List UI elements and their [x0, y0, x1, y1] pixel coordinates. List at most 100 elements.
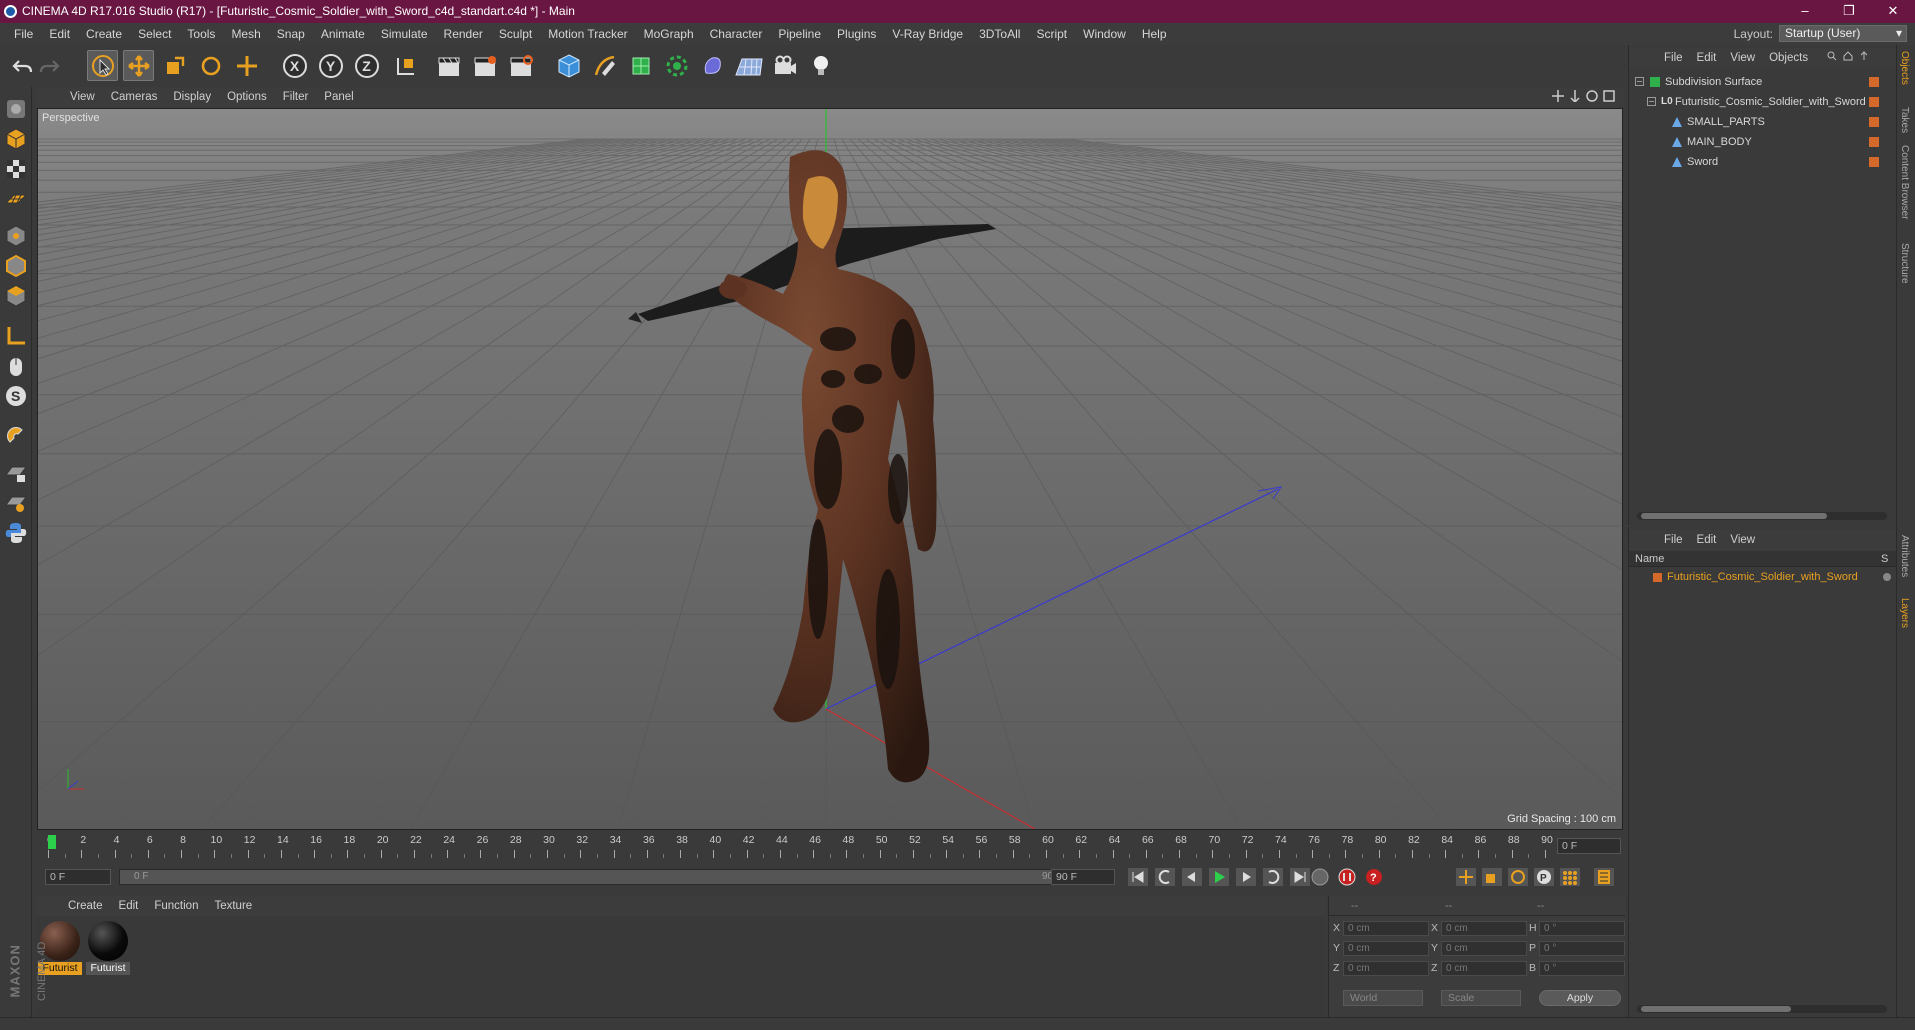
record-keys-button[interactable] — [1336, 867, 1358, 887]
orbit-icon[interactable] — [1586, 90, 1598, 102]
object-tag[interactable] — [1869, 77, 1879, 87]
workplane-lock-button[interactable] — [2, 459, 30, 487]
menu-select[interactable]: Select — [130, 23, 179, 45]
minimize-button[interactable]: – — [1783, 0, 1827, 23]
object-menu-objects[interactable]: Objects — [1762, 52, 1815, 64]
tab-attributes[interactable]: Attributes — [1899, 535, 1910, 577]
viewport-menu-display[interactable]: Display — [165, 91, 219, 103]
key-rotation-icon[interactable] — [1507, 867, 1529, 887]
tweak-mode-button[interactable] — [2, 352, 30, 380]
texture-mode-button[interactable] — [2, 155, 30, 183]
rotate-tool-button[interactable] — [195, 50, 226, 81]
key-scale-icon[interactable] — [1481, 867, 1503, 887]
subdivision-surface-button[interactable] — [625, 50, 656, 81]
layout-dropdown[interactable]: Startup (User) — [1779, 25, 1907, 42]
up-arrow-icon[interactable] — [1859, 51, 1869, 61]
previous-key-button[interactable] — [1154, 867, 1176, 887]
material-menu-function[interactable]: Function — [146, 900, 206, 912]
menu-create[interactable]: Create — [78, 23, 130, 45]
key-position-icon[interactable] — [1455, 867, 1477, 887]
apply-button[interactable]: Apply — [1539, 990, 1621, 1006]
object-tag[interactable] — [1869, 157, 1879, 167]
object-manager-scrollbar[interactable] — [1637, 512, 1887, 520]
menu-v-ray-bridge[interactable]: V-Ray Bridge — [884, 23, 971, 45]
menu-plugins[interactable]: Plugins — [829, 23, 884, 45]
home-icon[interactable] — [1843, 51, 1853, 61]
object-tag[interactable] — [1869, 137, 1879, 147]
timeline-window-icon[interactable] — [1593, 867, 1615, 887]
autokey-button[interactable]: ? — [1363, 867, 1385, 887]
pen-spline-button[interactable] — [589, 50, 620, 81]
menu-script[interactable]: Script — [1028, 23, 1075, 45]
menu-animate[interactable]: Animate — [313, 23, 373, 45]
material-menu-texture[interactable]: Texture — [206, 900, 260, 912]
current-frame-field[interactable]: 0 F — [1557, 838, 1621, 854]
menu-sculpt[interactable]: Sculpt — [491, 23, 540, 45]
render-picture-viewer-button[interactable] — [469, 50, 500, 81]
menu-simulate[interactable]: Simulate — [373, 23, 436, 45]
previous-frame-button[interactable] — [1181, 867, 1203, 887]
menu-mograph[interactable]: MoGraph — [636, 23, 702, 45]
menu-3dtoall[interactable]: 3DToAll — [971, 23, 1028, 45]
y-axis-button[interactable]: Y — [315, 50, 346, 81]
transform-tool-button[interactable] — [231, 50, 262, 81]
object-row[interactable]: SMALL_PARTS — [1629, 112, 1881, 132]
redo-button[interactable] — [34, 50, 65, 81]
polygons-mode-button[interactable] — [2, 282, 30, 310]
maximize-button[interactable]: ❐ — [1827, 0, 1871, 23]
menu-snap[interactable]: Snap — [269, 23, 313, 45]
layer-menu-view[interactable]: View — [1723, 534, 1762, 546]
floor-button[interactable] — [733, 50, 764, 81]
viewport-menu-filter[interactable]: Filter — [275, 91, 317, 103]
deformer-button[interactable] — [697, 50, 728, 81]
position-y-field[interactable]: 0 cm — [1343, 941, 1429, 956]
position-x-field[interactable]: 0 cm — [1343, 921, 1429, 936]
layer-menu-edit[interactable]: Edit — [1690, 534, 1724, 546]
rotation-h-field[interactable]: 0 ° — [1539, 921, 1625, 936]
z-axis-button[interactable]: Z — [351, 50, 382, 81]
motion-record-button[interactable] — [1309, 867, 1331, 887]
menu-render[interactable]: Render — [436, 23, 491, 45]
render-settings-button[interactable] — [505, 50, 536, 81]
maximize-view-icon[interactable] — [1603, 90, 1615, 102]
viewport-menu-panel[interactable]: Panel — [316, 91, 361, 103]
coordinate-space-dropdown[interactable]: World — [1343, 990, 1423, 1006]
material-menu-create[interactable]: Create — [60, 900, 111, 912]
magnet-button[interactable] — [2, 422, 30, 450]
object-menu-edit[interactable]: Edit — [1690, 52, 1724, 64]
layer-row[interactable]: Futuristic_Cosmic_Soldier_with_Sword — [1629, 567, 1891, 587]
move-tool-button[interactable] — [123, 50, 154, 81]
render-view-button[interactable] — [433, 50, 464, 81]
x-axis-button[interactable]: X — [279, 50, 310, 81]
tab-objects[interactable]: Objects — [1899, 51, 1910, 85]
pan-icon[interactable] — [1552, 90, 1564, 102]
goto-start-button[interactable] — [1127, 867, 1149, 887]
menu-motion-tracker[interactable]: Motion Tracker — [540, 23, 635, 45]
axis-mode-button[interactable] — [2, 322, 30, 350]
size-z-field[interactable]: 0 cm — [1441, 961, 1527, 976]
material-menu-edit[interactable]: Edit — [111, 900, 147, 912]
material-label[interactable]: Futurist — [86, 962, 130, 975]
material-slot[interactable]: Futurist — [86, 919, 130, 975]
object-row[interactable]: MAIN_BODY — [1629, 132, 1881, 152]
viewport-menu-view[interactable]: View — [62, 91, 103, 103]
search-icon[interactable] — [1827, 51, 1837, 61]
viewport-menu-options[interactable]: Options — [219, 91, 275, 103]
edges-mode-button[interactable] — [2, 252, 30, 280]
cloner-button[interactable] — [661, 50, 692, 81]
perspective-viewport[interactable]: Perspective Grid Spacing : 100 cm — [37, 108, 1623, 830]
object-row[interactable]: Subdivision Surface — [1629, 72, 1881, 92]
position-z-field[interactable]: 0 cm — [1343, 961, 1429, 976]
end-frame-field[interactable]: 90 F — [1051, 869, 1115, 885]
timeline-ruler[interactable]: 0246810121416182022242628303234363840424… — [37, 832, 1623, 860]
viewport-camera-label[interactable]: Perspective — [42, 112, 99, 124]
size-y-field[interactable]: 0 cm — [1441, 941, 1527, 956]
object-tag[interactable] — [1869, 117, 1879, 127]
model-mode-button[interactable] — [2, 125, 30, 153]
menu-pipeline[interactable]: Pipeline — [770, 23, 829, 45]
tab-content-browser[interactable]: Content Browser — [1899, 145, 1910, 219]
collapse-icon[interactable] — [1647, 97, 1657, 107]
goto-end-button[interactable] — [1289, 867, 1311, 887]
frame-range-slider[interactable]: 0 F 90 F — [119, 869, 1077, 885]
menu-edit[interactable]: Edit — [41, 23, 78, 45]
